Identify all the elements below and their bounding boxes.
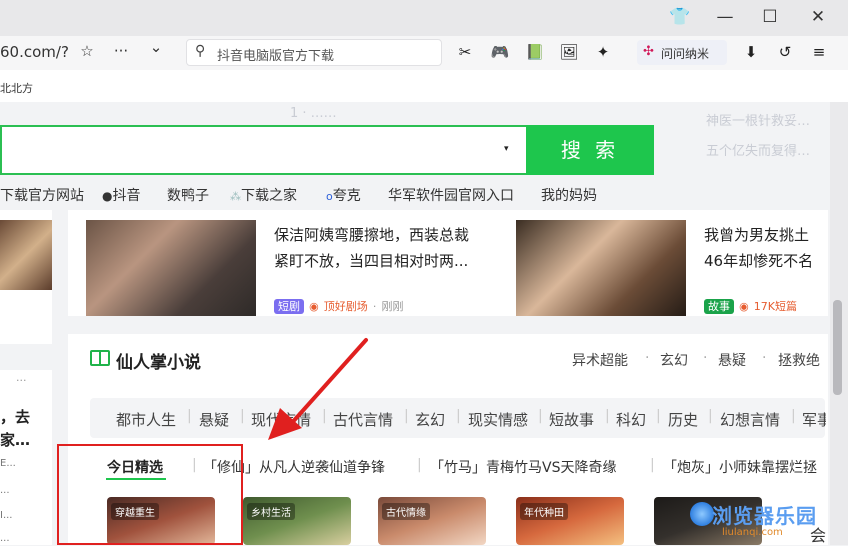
watermark-extra: 会: [810, 526, 827, 545]
annotation-arrow: [268, 338, 368, 440]
scrollbar-thumb[interactable]: [833, 300, 842, 395]
watermark-text: 浏览器乐园: [712, 504, 817, 528]
watermark-url: liulanqi.com: [722, 527, 783, 538]
watermark-logo-icon: [690, 502, 714, 526]
